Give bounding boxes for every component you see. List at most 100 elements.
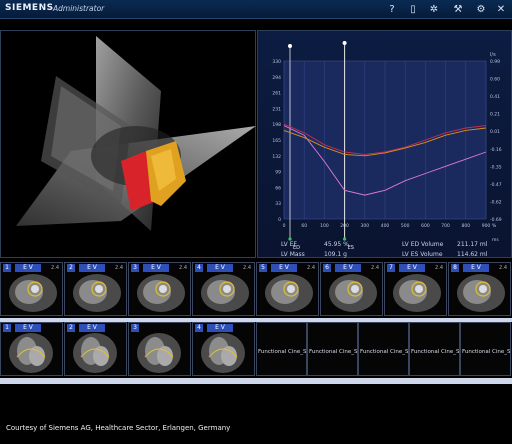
ev-tag[interactable]: E V [15, 324, 41, 332]
series-cell[interactable]: Functional Cine_Segmented LV [307, 322, 358, 376]
right-unit-label: l/s [490, 52, 496, 58]
right-tick-label: 0.60 [490, 77, 500, 83]
lv-mass-value: 109.1 g [324, 251, 347, 258]
x-tick-label: 800 [462, 223, 471, 229]
ev-tag[interactable]: E V [207, 324, 233, 332]
lv-mass-label: LV Mass [281, 251, 305, 258]
tool-icon[interactable]: ⚒ [451, 2, 465, 16]
lv-es-label: LV ES Volume [402, 251, 443, 258]
x-tick-label: 400 [381, 223, 390, 229]
long-axis-thumbnail[interactable]: 4 E V [192, 322, 255, 376]
series-cell[interactable]: Functional Cine_Segmented LV [409, 322, 460, 376]
left-tick-label: 66 [275, 185, 281, 191]
chart-svg: 33029426123119816513299663300.990.600.41… [272, 41, 502, 251]
x-tick-label: 100 [320, 223, 329, 229]
lv-ef-label: LV EF [281, 241, 297, 248]
ev-tag[interactable]: E V [207, 264, 233, 272]
ev-tag[interactable]: E V [335, 264, 361, 272]
ed-marker-handle [288, 44, 292, 48]
slice-number: 2 [67, 264, 75, 272]
wrench-icon[interactable]: ⚙ [474, 2, 488, 16]
x-tick-label: 0 [283, 223, 286, 229]
x-tick-label: 500 [401, 223, 410, 229]
slice-scale: 2.4 [435, 265, 443, 271]
left-tick-label: 165 [272, 138, 281, 144]
left-tick-label: 132 [272, 154, 281, 160]
user-role: Administrator [53, 4, 105, 13]
short-axis-thumbnail[interactable]: 1 E V 2.4 [0, 262, 63, 316]
left-tick-label: 33 [275, 201, 281, 207]
slice-scale: 2.4 [307, 265, 315, 271]
right-tick-label: 0.01 [490, 129, 500, 135]
long-axis-thumbnail[interactable]: 2 E V [64, 322, 127, 376]
close-icon[interactable]: ✕ [494, 2, 508, 16]
courtesy-text: Courtesy of Siemens AG, Healthcare Secto… [6, 424, 231, 432]
lv-ed-value: 211.17 ml [457, 241, 488, 248]
es-marker-handle [342, 41, 347, 45]
short-axis-thumbnail[interactable]: 7 E V 2.4 [384, 262, 447, 316]
slice-number: 5 [259, 264, 267, 272]
top-bar: SIEMENS Administrator ? ▯ ✲ ⚒ ⚙ ✕ [0, 0, 512, 19]
series-cell[interactable]: Functional Cine_Segmented LV [358, 322, 409, 376]
brand-logo: SIEMENS [5, 3, 54, 13]
volume-3d-view[interactable] [0, 30, 256, 258]
slice-number: 4 [195, 324, 203, 332]
right-tick-label: -0.16 [490, 147, 502, 153]
slice-scale: 2.4 [115, 265, 123, 271]
x-tick-label: 700 [441, 223, 450, 229]
slice-number: 3 [131, 324, 139, 332]
x-tick-label: 60 [301, 223, 307, 229]
ev-tag[interactable]: E V [463, 264, 489, 272]
short-axis-thumbnail[interactable]: 2 E V 2.4 [64, 262, 127, 316]
left-tick-label: 0 [278, 217, 281, 223]
lv-stats: LV EF 45.95 % LV Mass 109.1 g LV ED Volu… [257, 232, 512, 258]
ev-tag[interactable]: E V [271, 264, 297, 272]
long-axis-strip: 1 E V 2 E V 3 4 E V Functional Cine_Segmented L… [0, 322, 512, 378]
ev-tag[interactable]: E V [399, 264, 425, 272]
help-icon[interactable]: ? [385, 2, 399, 16]
x-tick-label: 600 [421, 223, 430, 229]
left-tick-label: 330 [272, 59, 281, 65]
right-tick-label: -0.69 [490, 217, 502, 223]
left-tick-label: 261 [272, 91, 281, 97]
long-axis-thumbnail[interactable]: 1 E V [0, 322, 63, 376]
right-tick-label: 0.41 [490, 94, 500, 100]
ev-tag[interactable]: E V [15, 264, 41, 272]
ev-tag[interactable]: E V [143, 264, 169, 272]
short-axis-thumbnail[interactable]: 4 E V 2.4 [192, 262, 255, 316]
right-tick-label: -0.62 [490, 199, 502, 205]
slice-scale: 2.4 [179, 265, 187, 271]
x-unit-pct: % [492, 223, 497, 229]
ev-tag[interactable]: E V [79, 264, 105, 272]
series-cell[interactable]: Functional Cine_Segmented LV [256, 322, 307, 376]
short-axis-thumbnail[interactable]: 5 E V 2.4 [256, 262, 319, 316]
short-axis-thumbnail[interactable]: 3 E V 2.4 [128, 262, 191, 316]
slice-scale: 2.4 [243, 265, 251, 271]
slice-scale: 2.4 [51, 265, 59, 271]
slice-number: 2 [67, 324, 75, 332]
slice-number: 1 [3, 264, 11, 272]
long-axis-thumbnail[interactable]: 3 [128, 322, 191, 376]
left-tick-label: 231 [272, 106, 281, 112]
long-axis-scrollbar[interactable] [0, 378, 512, 384]
short-axis-thumbnail[interactable]: 8 E V 2.4 [448, 262, 511, 316]
slice-scale: 2.4 [371, 265, 379, 271]
ev-tag[interactable]: E V [79, 324, 105, 332]
short-axis-thumbnail[interactable]: 6 E V 2.4 [320, 262, 383, 316]
right-tick-label: 0.99 [490, 59, 500, 65]
lv-ed-label: LV ED Volume [402, 241, 444, 248]
slice-number: 7 [387, 264, 395, 272]
volume-rendering [16, 36, 256, 231]
lv-es-value: 114.62 ml [457, 251, 488, 258]
series-cell[interactable]: Functional Cine_Segmented LV [460, 322, 511, 376]
right-tick-label: -0.47 [490, 182, 502, 188]
left-tick-label: 198 [272, 122, 281, 128]
gear-icon[interactable]: ✲ [427, 2, 441, 16]
left-tick-label: 294 [272, 75, 281, 81]
x-tick-label: 300 [361, 223, 370, 229]
slice-scale: 2.4 [499, 265, 507, 271]
document-icon[interactable]: ▯ [406, 2, 420, 16]
left-tick-label: 99 [275, 170, 281, 176]
volume-curve-chart[interactable]: 330 294 261 231 198 165 132 99 66 33 0 0.99 0.60 0.41… [257, 30, 512, 258]
slice-number: 3 [131, 264, 139, 272]
